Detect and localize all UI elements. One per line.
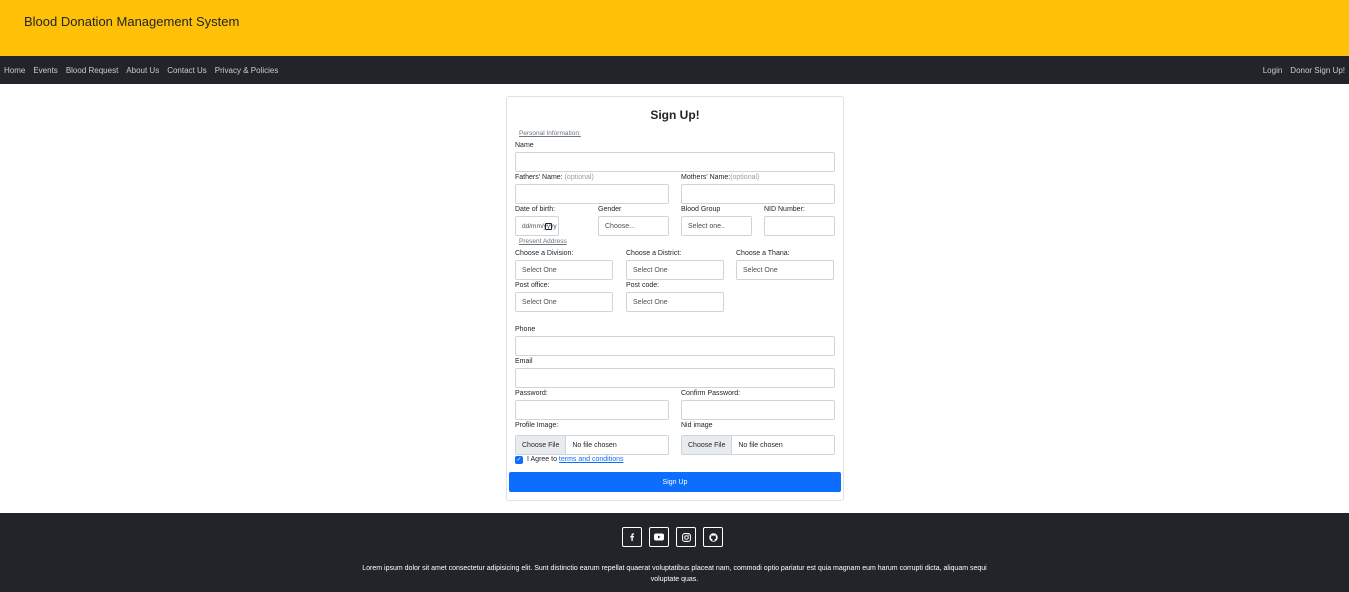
calendar-icon[interactable] [545, 223, 552, 230]
nav-about-us[interactable]: About Us [126, 66, 159, 75]
district-select[interactable]: Select One [626, 260, 724, 280]
dob-input[interactable]: dd/mm/yyyy [515, 216, 559, 236]
email-input[interactable] [515, 368, 835, 388]
email-label: Email [515, 358, 533, 365]
nav-right-group: Login Donor Sign Up! [1255, 56, 1345, 84]
post-code-label: Post code: [626, 282, 660, 289]
post-office-select[interactable]: Select One [515, 292, 613, 312]
post-code-select[interactable]: Select One [626, 292, 724, 312]
father-name-label: Fathers' Name: (optional) [515, 174, 594, 181]
confirm-password-input[interactable] [681, 400, 835, 420]
profile-no-file-text: No file chosen [572, 441, 617, 449]
signup-button[interactable]: Sign Up [509, 472, 841, 492]
social-links [622, 527, 730, 547]
footer-text: Lorem ipsum dolor sit amet consectetur a… [362, 565, 987, 583]
youtube-icon[interactable] [649, 527, 669, 547]
name-label: Name [515, 142, 534, 149]
site-header: Blood Donation Management System [0, 0, 1349, 56]
form-title: Sign Up! [650, 108, 700, 122]
thana-label: Choose a Thana: [736, 250, 790, 257]
nid-number-label: NID Number: [764, 206, 805, 213]
district-label: Choose a District: [626, 250, 682, 257]
agree-text: I Agree to terms and conditions [527, 456, 624, 463]
profile-image-label: Profile Image: [515, 422, 559, 429]
thana-select[interactable]: Select One [736, 260, 834, 280]
mother-optional-hint: (optional) [730, 174, 760, 181]
password-input[interactable] [515, 400, 669, 420]
nid-no-file-text: No file chosen [738, 441, 783, 449]
nav-events[interactable]: Events [33, 66, 57, 75]
name-input[interactable] [515, 152, 835, 172]
gender-select[interactable]: Choose... [598, 216, 669, 236]
mother-name-input[interactable] [681, 184, 835, 204]
nav-donor-signup[interactable]: Donor Sign Up! [1290, 66, 1345, 75]
instagram-icon[interactable] [676, 527, 696, 547]
profile-choose-file-button[interactable]: Choose File [516, 436, 567, 454]
nav-blood-request[interactable]: Blood Request [66, 66, 118, 75]
section-personal-info: Personal Information: [519, 130, 581, 137]
facebook-icon[interactable] [622, 527, 642, 547]
nav-privacy-policies[interactable]: Privacy & Policies [215, 66, 279, 75]
gender-label: Gender [598, 206, 622, 213]
password-label: Password: [515, 390, 548, 397]
site-footer: Lorem ipsum dolor sit amet consectetur a… [0, 513, 1349, 592]
phone-input[interactable] [515, 336, 835, 356]
brand-title[interactable]: Blood Donation Management System [24, 14, 239, 29]
mother-name-label: Mothers' Name:(optional) [681, 174, 760, 181]
profile-image-file-input[interactable]: Choose File No file chosen [515, 435, 669, 455]
blood-group-label: Blood Group [681, 206, 721, 213]
nav-left-group: Home Events Blood Request About Us Conta… [4, 56, 286, 84]
nav-contact-us[interactable]: Contact Us [167, 66, 207, 75]
phone-label: Phone [515, 326, 536, 333]
nid-image-label: Nid image [681, 422, 713, 429]
division-select[interactable]: Select One [515, 260, 613, 280]
github-icon[interactable] [703, 527, 723, 547]
blood-group-select[interactable]: Select one.. [681, 216, 752, 236]
terms-link[interactable]: terms and conditions [559, 456, 624, 463]
section-present-address: Present Address [519, 238, 567, 245]
main-navbar: Home Events Blood Request About Us Conta… [0, 56, 1349, 84]
nid-number-input[interactable] [764, 216, 835, 236]
dob-label: Date of birth: [515, 206, 556, 213]
nid-choose-file-button[interactable]: Choose File [682, 436, 733, 454]
nav-home[interactable]: Home [4, 66, 25, 75]
father-name-input[interactable] [515, 184, 669, 204]
nav-login[interactable]: Login [1263, 66, 1283, 75]
post-office-label: Post office: [515, 282, 550, 289]
signup-card: Sign Up! Personal Information: Name Fath… [506, 96, 844, 501]
agree-checkbox[interactable]: ✓ [515, 456, 523, 464]
nid-image-file-input[interactable]: Choose File No file chosen [681, 435, 835, 455]
father-optional-hint: (optional) [564, 174, 594, 181]
division-label: Choose a Division: [515, 250, 574, 257]
confirm-password-label: Confirm Password: [681, 390, 741, 397]
